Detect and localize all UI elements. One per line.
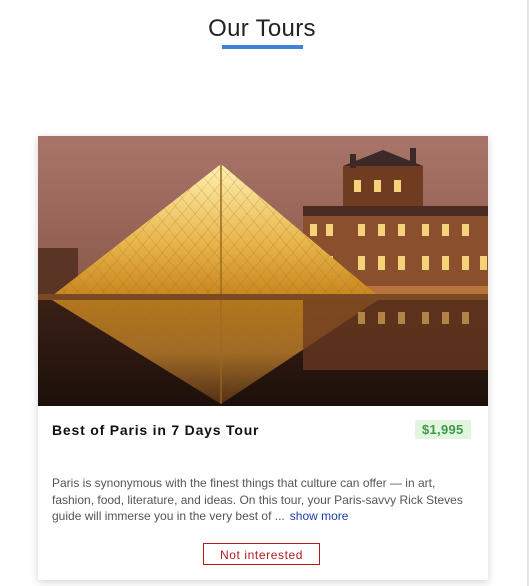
title-underline xyxy=(222,45,303,49)
tour-description: Paris is synonymous with the finest thin… xyxy=(52,475,472,525)
page: Our Tours Best of Paris in 7 Days Tour $… xyxy=(0,0,529,586)
tour-description-text: Paris is synonymous with the finest thin… xyxy=(52,476,463,523)
tour-name: Best of Paris in 7 Days Tour xyxy=(52,422,260,438)
show-more-link[interactable]: show more xyxy=(290,509,349,523)
page-title: Our Tours xyxy=(208,15,316,42)
not-interested-button[interactable]: Not interested xyxy=(203,543,320,565)
tour-card: Best of Paris in 7 Days Tour $1,995 Pari… xyxy=(38,136,488,580)
tour-image xyxy=(38,136,488,406)
tour-price-badge: $1,995 xyxy=(415,420,471,439)
